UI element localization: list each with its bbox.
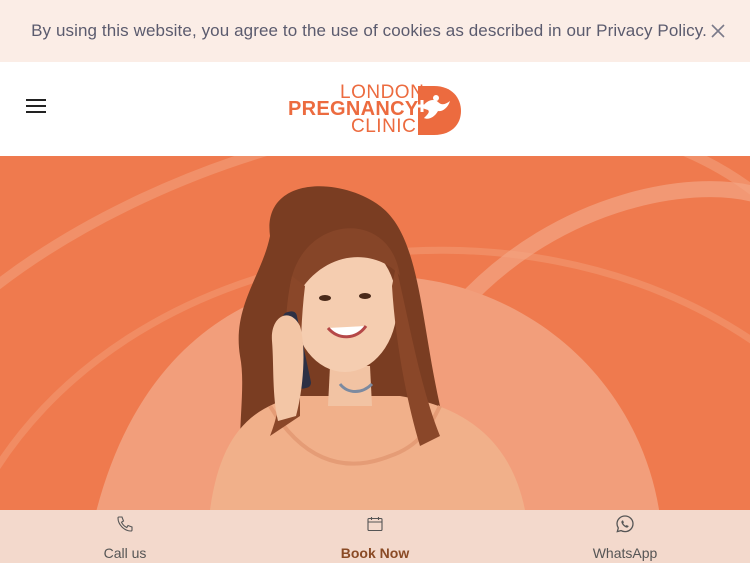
call-us-button[interactable]: Call us	[0, 510, 250, 563]
book-now-button[interactable]: Book Now	[250, 510, 500, 563]
call-us-label: Call us	[103, 545, 147, 561]
phone-icon	[115, 514, 135, 534]
whatsapp-label: WhatsApp	[592, 545, 658, 561]
cookie-message: By using this website, you agree to the …	[31, 21, 707, 40]
calendar-icon	[365, 514, 385, 534]
hero-banner	[0, 156, 750, 510]
logo-line-clinic: CLINIC	[351, 116, 417, 137]
close-icon[interactable]	[708, 21, 728, 41]
hero-illustration	[0, 156, 750, 510]
hamburger-menu-icon[interactable]	[26, 99, 48, 117]
book-now-label: Book Now	[340, 545, 410, 561]
bottom-action-bar: Call us Book Now WhatsApp	[0, 510, 750, 563]
logo-mark-icon	[416, 86, 461, 135]
clinic-logo[interactable]: LONDON PREGNANCY CLINIC	[288, 82, 464, 138]
whatsapp-icon	[615, 514, 635, 534]
cookie-banner: By using this website, you agree to the …	[0, 0, 750, 62]
whatsapp-button[interactable]: WhatsApp	[500, 510, 750, 563]
